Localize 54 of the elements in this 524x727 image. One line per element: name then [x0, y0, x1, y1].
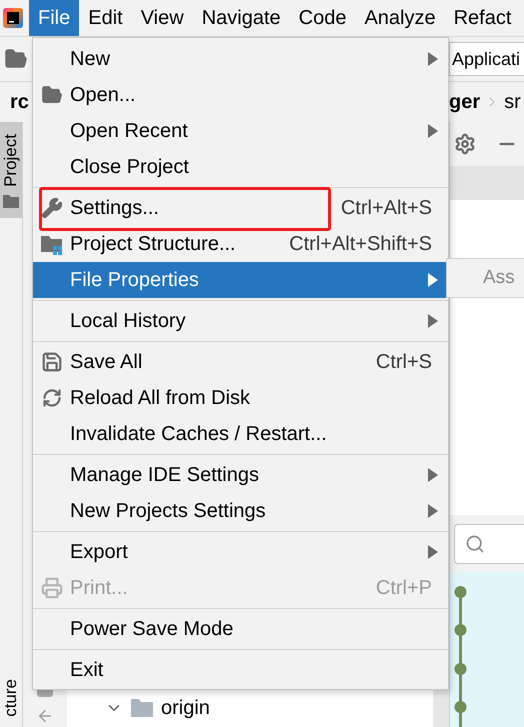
submenu-arrow-icon	[428, 468, 438, 482]
menu-item[interactable]: Power Save Mode	[33, 611, 448, 647]
folder-icon	[40, 84, 62, 106]
menu-item[interactable]: Reload All from Disk	[33, 380, 448, 416]
tree-row[interactable]: origin	[67, 691, 433, 725]
breadcrumb-item[interactable]: sr	[504, 90, 521, 114]
menu-bar-item[interactable]: Refact	[444, 0, 520, 36]
menu-item[interactable]: Open...	[33, 77, 448, 113]
menu-item[interactable]: New Projects Settings	[33, 493, 448, 529]
menu-item[interactable]: Settings... Ctrl+Alt+S	[33, 190, 448, 226]
menu-bar-item[interactable]: View	[132, 0, 193, 36]
menu-bar-item[interactable]: Edit	[79, 0, 132, 36]
shortcut-label: Ctrl+Alt+S	[340, 196, 433, 220]
shortcut-label: Ctrl+Alt+Shift+S	[289, 232, 433, 256]
folder-icon	[3, 194, 19, 208]
submenu-arrow-icon	[428, 545, 438, 559]
submenu-arrow-icon	[428, 314, 438, 328]
search-field[interactable]	[454, 524, 524, 564]
settings-icon[interactable]	[454, 133, 476, 155]
menu-item[interactable]: Project Structure... Ctrl+Alt+Shift+S	[33, 226, 448, 262]
menu-item[interactable]: Invalidate Caches / Restart...	[33, 416, 448, 452]
tool-window-tab[interactable]: Project	[0, 122, 22, 218]
search-icon	[465, 534, 485, 554]
wrench-icon	[40, 197, 62, 219]
submenu-arrow-icon	[428, 124, 438, 138]
submenu-arrow-icon	[428, 504, 438, 518]
menu-bar-item[interactable]: File	[29, 0, 80, 36]
tree-label: origin	[161, 696, 210, 720]
breadcrumb-item[interactable]: rc	[0, 90, 29, 114]
breadcrumb-item[interactable]: ger	[449, 90, 480, 114]
menu-item[interactable]: New	[33, 41, 448, 77]
run-configuration-field[interactable]: Applicati	[449, 42, 524, 76]
menu-item[interactable]: Local History	[33, 303, 448, 339]
menu-item[interactable]: Exit	[33, 652, 448, 688]
folder-grid-icon	[40, 233, 64, 255]
tool-window-tab[interactable]: cture	[0, 667, 22, 727]
menu-item[interactable]: Save All Ctrl+S	[33, 344, 448, 380]
save-icon	[40, 351, 62, 373]
reload-icon	[42, 388, 62, 408]
menu-item[interactable]: Close Project	[33, 149, 448, 185]
menu-bar-item[interactable]: Code	[290, 0, 356, 36]
shortcut-label: Ctrl+P	[376, 576, 433, 600]
submenu-arrow-icon	[428, 273, 438, 287]
menu-item[interactable]: File Properties	[33, 262, 448, 298]
menu-bar-item[interactable]: Analyze	[355, 0, 445, 36]
menu-bar-item[interactable]: Navigate	[192, 0, 290, 36]
menu-item[interactable]: Export	[33, 534, 448, 570]
menu-item[interactable]: Manage IDE Settings	[33, 457, 448, 493]
shortcut-label: Ctrl+S	[376, 350, 433, 374]
submenu-arrow-icon	[428, 52, 438, 66]
folder-icon	[131, 699, 153, 717]
menu-item[interactable]: Open Recent	[33, 113, 448, 149]
app-logo-icon	[3, 8, 23, 28]
printer-icon	[40, 577, 62, 599]
